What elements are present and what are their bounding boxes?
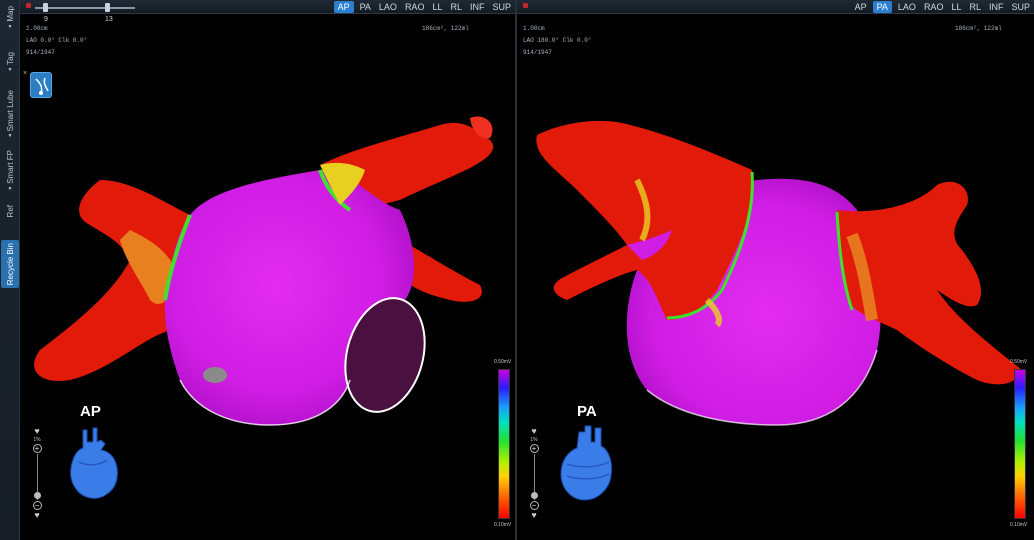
view-btn-inf[interactable]: INF xyxy=(468,1,487,13)
scale-text: 1.00cm xyxy=(26,25,48,32)
scale-text: 1.00cm xyxy=(523,25,545,32)
zoom-slider-handle[interactable] xyxy=(530,492,538,499)
zoom-slider-handle[interactable] xyxy=(33,492,41,499)
view-buttons: AP PA LAO RAO LL RL INF SUP xyxy=(333,1,513,13)
heart-filled-icon: ♥ xyxy=(34,510,40,520)
view-btn-rl[interactable]: RL xyxy=(967,1,983,13)
map-stats-text: 186cm², 122ml xyxy=(422,25,469,32)
view-btn-inf[interactable]: INF xyxy=(987,1,1006,13)
view-btn-ap[interactable]: AP xyxy=(333,1,354,13)
zoom-control: ♥ 1% + − ♥ xyxy=(527,426,541,520)
zoom-in-button[interactable]: + xyxy=(32,444,42,453)
view-btn-sup[interactable]: SUP xyxy=(1009,1,1032,13)
map-stats-text: 186cm², 122ml xyxy=(955,25,1002,32)
heart-filled-icon: ♥ xyxy=(531,510,537,520)
colorbar-top-label: 0.50mV xyxy=(1010,359,1028,365)
colorbar-top-label: 0.50mV xyxy=(494,359,512,365)
sidebar-tab-smart-fp[interactable]: Smart FP ▼ xyxy=(1,150,19,192)
view-btn-ap[interactable]: AP xyxy=(853,1,869,13)
sidebar-tab-recycle-bin[interactable]: Recycle Bin xyxy=(1,240,19,289)
chevron-down-icon: ▼ xyxy=(7,185,13,192)
viewport-toolbar: 9 13 AP PA LAO RAO LL RL INF SUP xyxy=(20,0,515,23)
zoom-slider[interactable] xyxy=(33,454,41,500)
chevron-down-icon: ▼ xyxy=(7,133,13,140)
range-sliders[interactable]: 9 13 xyxy=(35,3,135,23)
angle-text: LAO 0.0° Clk 0.0° xyxy=(26,37,88,44)
viewport-pa[interactable]: AP PA LAO RAO LL RL INF SUP 1.00cm LAO 1… xyxy=(517,0,1034,540)
viewport-ap[interactable]: 9 13 AP PA LAO RAO LL RL INF SUP 1.00cm … xyxy=(20,0,515,540)
view-btn-ll[interactable]: LL xyxy=(430,1,444,13)
view-btn-rao[interactable]: RAO xyxy=(403,1,427,13)
orientation-label: AP xyxy=(80,403,101,420)
slider-max-handle[interactable] xyxy=(105,3,110,12)
heart-orientation-icon[interactable] xyxy=(65,422,125,502)
chevron-down-icon: ▼ xyxy=(7,66,13,73)
record-indicator xyxy=(523,3,528,8)
sidebar-tab-label: Tag xyxy=(5,52,15,65)
sidebar-tab-tag[interactable]: Tag ▼ xyxy=(1,52,19,73)
point-count-text: 914/1947 xyxy=(26,49,55,56)
catheter-icon[interactable] xyxy=(30,72,52,98)
view-buttons: AP PA LAO RAO LL RL INF SUP xyxy=(853,1,1032,13)
zoom-control: ♥ 1% + − ♥ xyxy=(30,426,44,520)
view-btn-sup[interactable]: SUP xyxy=(490,1,513,13)
voltage-colorbar xyxy=(1014,369,1026,519)
slider-min-value: 9 xyxy=(44,16,48,23)
record-indicator xyxy=(26,3,31,8)
zoom-percent: 1% xyxy=(530,437,538,443)
sidebar-tab-label: Smart FP xyxy=(5,150,15,184)
point-count-text: 914/1947 xyxy=(523,49,552,56)
slider-track xyxy=(35,7,135,9)
close-icon[interactable]: × xyxy=(23,70,27,77)
colorbar-bottom-label: 0.10mV xyxy=(494,522,512,528)
sidebar-tab-label: Smart Lube xyxy=(5,90,15,132)
sidebar-tab-smart-lube[interactable]: Smart Lube ▼ xyxy=(1,90,19,139)
view-btn-ll[interactable]: LL xyxy=(949,1,963,13)
sidebar-tab-ref[interactable]: Ref xyxy=(1,205,19,217)
chevron-down-icon: ▼ xyxy=(7,23,13,30)
slider-min-handle[interactable] xyxy=(43,3,48,12)
orientation-label: PA xyxy=(577,403,597,420)
zoom-out-button[interactable]: − xyxy=(529,501,539,510)
heart-outline-icon: ♥ xyxy=(531,426,537,436)
sidebar-tab-map[interactable]: Map ▼ xyxy=(1,6,19,30)
voltage-colorbar xyxy=(498,369,510,519)
colorbar-bottom-label: 0.10mV xyxy=(1010,522,1028,528)
view-btn-rl[interactable]: RL xyxy=(448,1,464,13)
sidebar-tab-label: Map xyxy=(5,6,15,22)
slider-max-value: 13 xyxy=(105,16,113,23)
zoom-percent: 1% xyxy=(33,437,41,443)
viewport-toolbar: AP PA LAO RAO LL RL INF SUP xyxy=(517,0,1034,14)
view-btn-pa[interactable]: PA xyxy=(358,1,373,13)
view-btn-pa[interactable]: PA xyxy=(872,1,892,13)
zoom-out-button[interactable]: − xyxy=(32,501,42,510)
zoom-in-button[interactable]: + xyxy=(529,444,539,453)
heart-orientation-icon[interactable] xyxy=(557,422,619,504)
view-btn-lao[interactable]: LAO xyxy=(896,1,918,13)
sidebar-tab-label: Ref xyxy=(5,205,15,218)
heart-outline-icon: ♥ xyxy=(34,426,40,436)
sidebar-tab-label: Recycle Bin xyxy=(5,243,15,286)
view-btn-rao[interactable]: RAO xyxy=(922,1,946,13)
zoom-slider[interactable] xyxy=(530,454,538,500)
left-sidebar: Map ▼ Tag ▼ Smart Lube ▼ Smart FP ▼ Ref … xyxy=(0,0,20,540)
view-btn-lao[interactable]: LAO xyxy=(377,1,399,13)
angle-text: LAO 180.0° Clk 0.0° xyxy=(523,37,592,44)
